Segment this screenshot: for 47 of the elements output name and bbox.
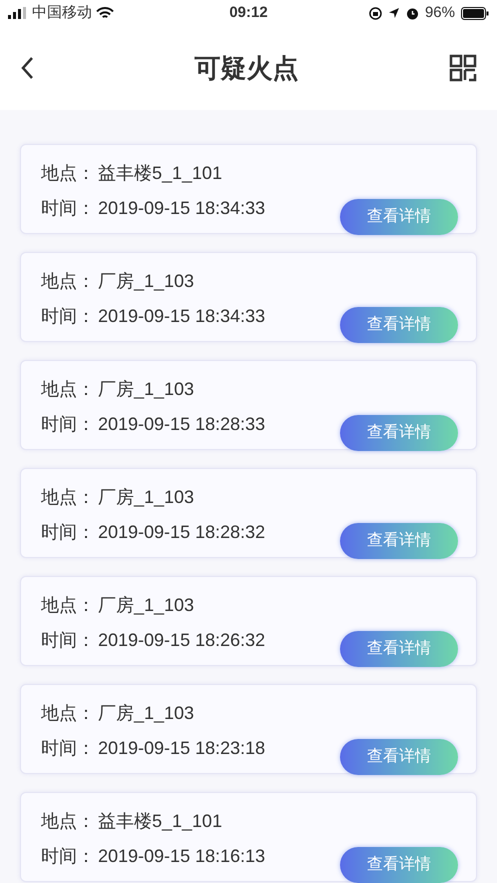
back-icon[interactable]	[20, 56, 34, 80]
time-value: 2019-09-15 18:28:32	[98, 521, 266, 544]
details-button[interactable]: 查看详情	[340, 847, 458, 883]
page-title: 可疑火点	[194, 52, 298, 84]
time-value: 2019-09-15 18:34:33	[98, 305, 266, 328]
place-value: 厂房_1_103	[98, 378, 194, 401]
location-icon	[388, 7, 400, 19]
time-label: 时间：	[41, 197, 96, 220]
time-value: 2019-09-15 18:34:33	[98, 197, 266, 220]
time-label: 时间：	[41, 629, 96, 652]
time-value: 2019-09-15 18:23:18	[98, 737, 266, 760]
rotation-lock-icon	[368, 6, 382, 20]
details-button[interactable]: 查看详情	[340, 739, 458, 775]
place-label: 地点：	[41, 810, 96, 833]
place-label: 地点：	[41, 594, 96, 617]
place-value: 厂房_1_103	[98, 270, 194, 293]
time-label: 时间：	[41, 737, 96, 760]
time-label: 时间：	[41, 521, 96, 544]
place-label: 地点：	[41, 162, 96, 185]
place-label: 地点：	[41, 486, 96, 509]
grid-icon[interactable]	[449, 54, 477, 82]
place-label: 地点：	[41, 378, 96, 401]
time-value: 2019-09-15 18:16:13	[98, 845, 266, 868]
details-button[interactable]: 查看详情	[340, 415, 458, 451]
place-value: 厂房_1_103	[98, 486, 194, 509]
battery-icon	[461, 6, 489, 20]
clock: 09:12	[229, 2, 268, 23]
wifi-icon	[96, 6, 114, 20]
battery-percent: 96%	[424, 2, 455, 23]
details-button[interactable]: 查看详情	[340, 199, 458, 235]
alarm-icon	[406, 6, 419, 20]
time-value: 2019-09-15 18:26:32	[98, 629, 266, 652]
carrier-name: 中国移动	[32, 2, 92, 23]
signal-icon	[8, 7, 28, 19]
details-button[interactable]: 查看详情	[340, 523, 458, 559]
place-value: 厂房_1_103	[98, 594, 194, 617]
time-label: 时间：	[41, 845, 96, 868]
place-label: 地点：	[41, 702, 96, 725]
time-label: 时间：	[41, 413, 96, 436]
place-label: 地点：	[41, 270, 96, 293]
place-value: 益丰楼5_1_101	[98, 162, 222, 185]
time-value: 2019-09-15 18:28:33	[98, 413, 266, 436]
place-value: 益丰楼5_1_101	[98, 810, 222, 833]
details-button[interactable]: 查看详情	[340, 631, 458, 667]
place-value: 厂房_1_103	[98, 702, 194, 725]
details-button[interactable]: 查看详情	[340, 307, 458, 343]
time-label: 时间：	[41, 305, 96, 328]
